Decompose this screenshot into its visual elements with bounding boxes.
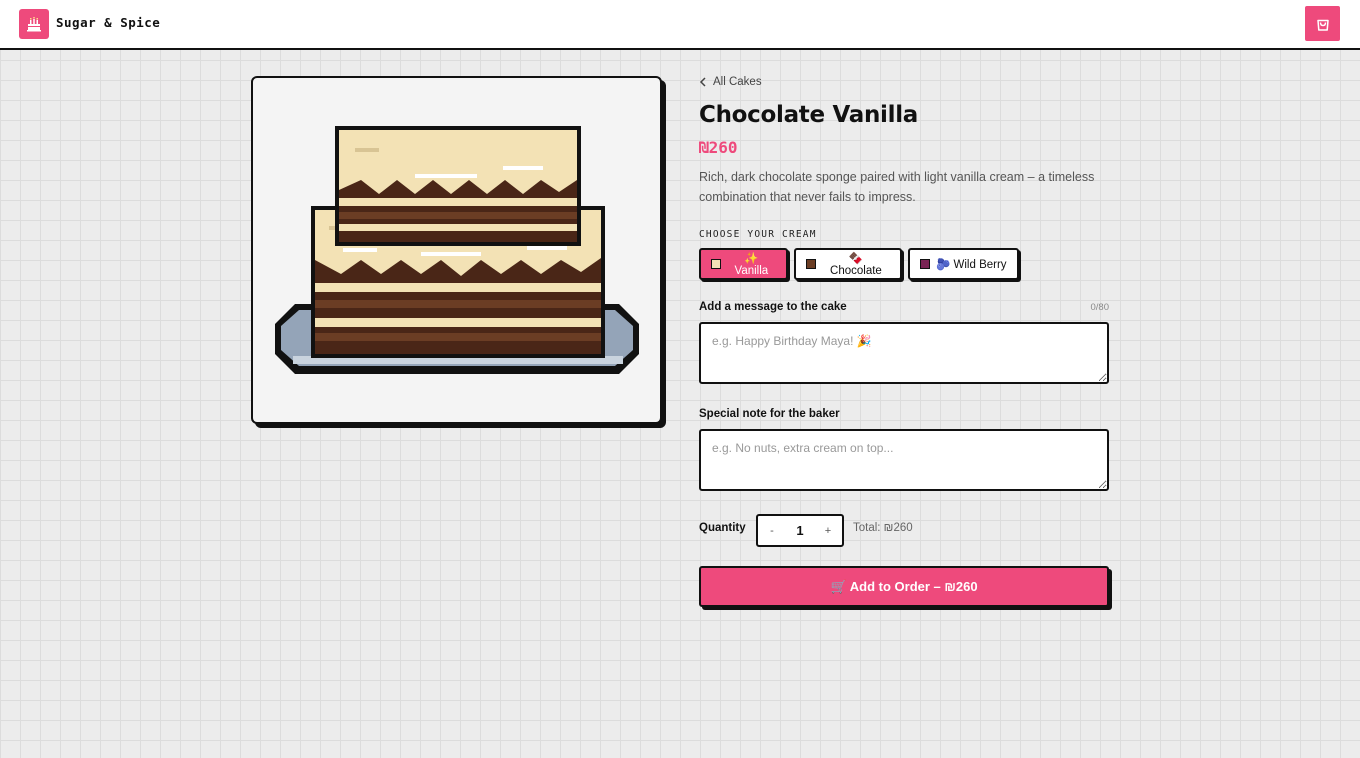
baker-note-input[interactable] — [699, 429, 1109, 491]
decrement-button[interactable]: - — [758, 516, 786, 545]
baker-note-label: Special note for the baker — [699, 408, 840, 420]
top-bar: Sugar & Spice — [0, 0, 1360, 50]
chevron-left-icon — [699, 77, 706, 87]
message-char-counter: 0/80 — [1090, 302, 1110, 313]
cart-button[interactable] — [1305, 6, 1340, 41]
pixel-cake-illustration — [275, 126, 639, 374]
product-price: ₪260 — [699, 138, 738, 157]
cream-option-chocolate[interactable]: 🍫 Chocolate — [794, 248, 902, 280]
cream-option-label: 🫐 Wild Berry — [936, 259, 1007, 271]
message-label: Add a message to the cake — [699, 301, 847, 313]
quantity-value: 1 — [796, 523, 804, 538]
cream-section-label: CHOOSE YOUR CREAM — [699, 229, 817, 240]
back-link-label: All Cakes — [713, 76, 762, 88]
back-link[interactable]: All Cakes — [699, 76, 762, 88]
brand-name[interactable]: Sugar & Spice — [56, 15, 160, 30]
wild-berry-swatch — [920, 259, 930, 269]
cream-option-wild-berry[interactable]: 🫐 Wild Berry — [908, 248, 1019, 280]
cake-icon[interactable] — [19, 9, 49, 39]
product-image — [251, 76, 662, 424]
add-to-order-button[interactable]: 🛒 Add to Order – ₪260 — [699, 566, 1109, 607]
order-total: Total: ₪260 — [853, 522, 913, 534]
add-to-order-label: 🛒 Add to Order – ₪260 — [830, 578, 978, 594]
chocolate-swatch — [806, 259, 816, 269]
product-title: Chocolate Vanilla — [699, 102, 919, 128]
quantity-stepper: - 1 + — [756, 514, 844, 547]
quantity-label: Quantity — [699, 522, 746, 534]
shopping-bag-icon — [1316, 19, 1329, 31]
cream-option-vanilla[interactable]: ✨ Vanilla — [699, 248, 788, 280]
cake-message-input[interactable] — [699, 322, 1109, 384]
vanilla-swatch — [711, 259, 721, 269]
increment-button[interactable]: + — [814, 516, 842, 545]
product-description: Rich, dark chocolate sponge paired with … — [699, 170, 1095, 204]
cream-option-label: 🍫 Chocolate — [830, 253, 882, 277]
cream-option-label: ✨ Vanilla — [734, 253, 769, 277]
